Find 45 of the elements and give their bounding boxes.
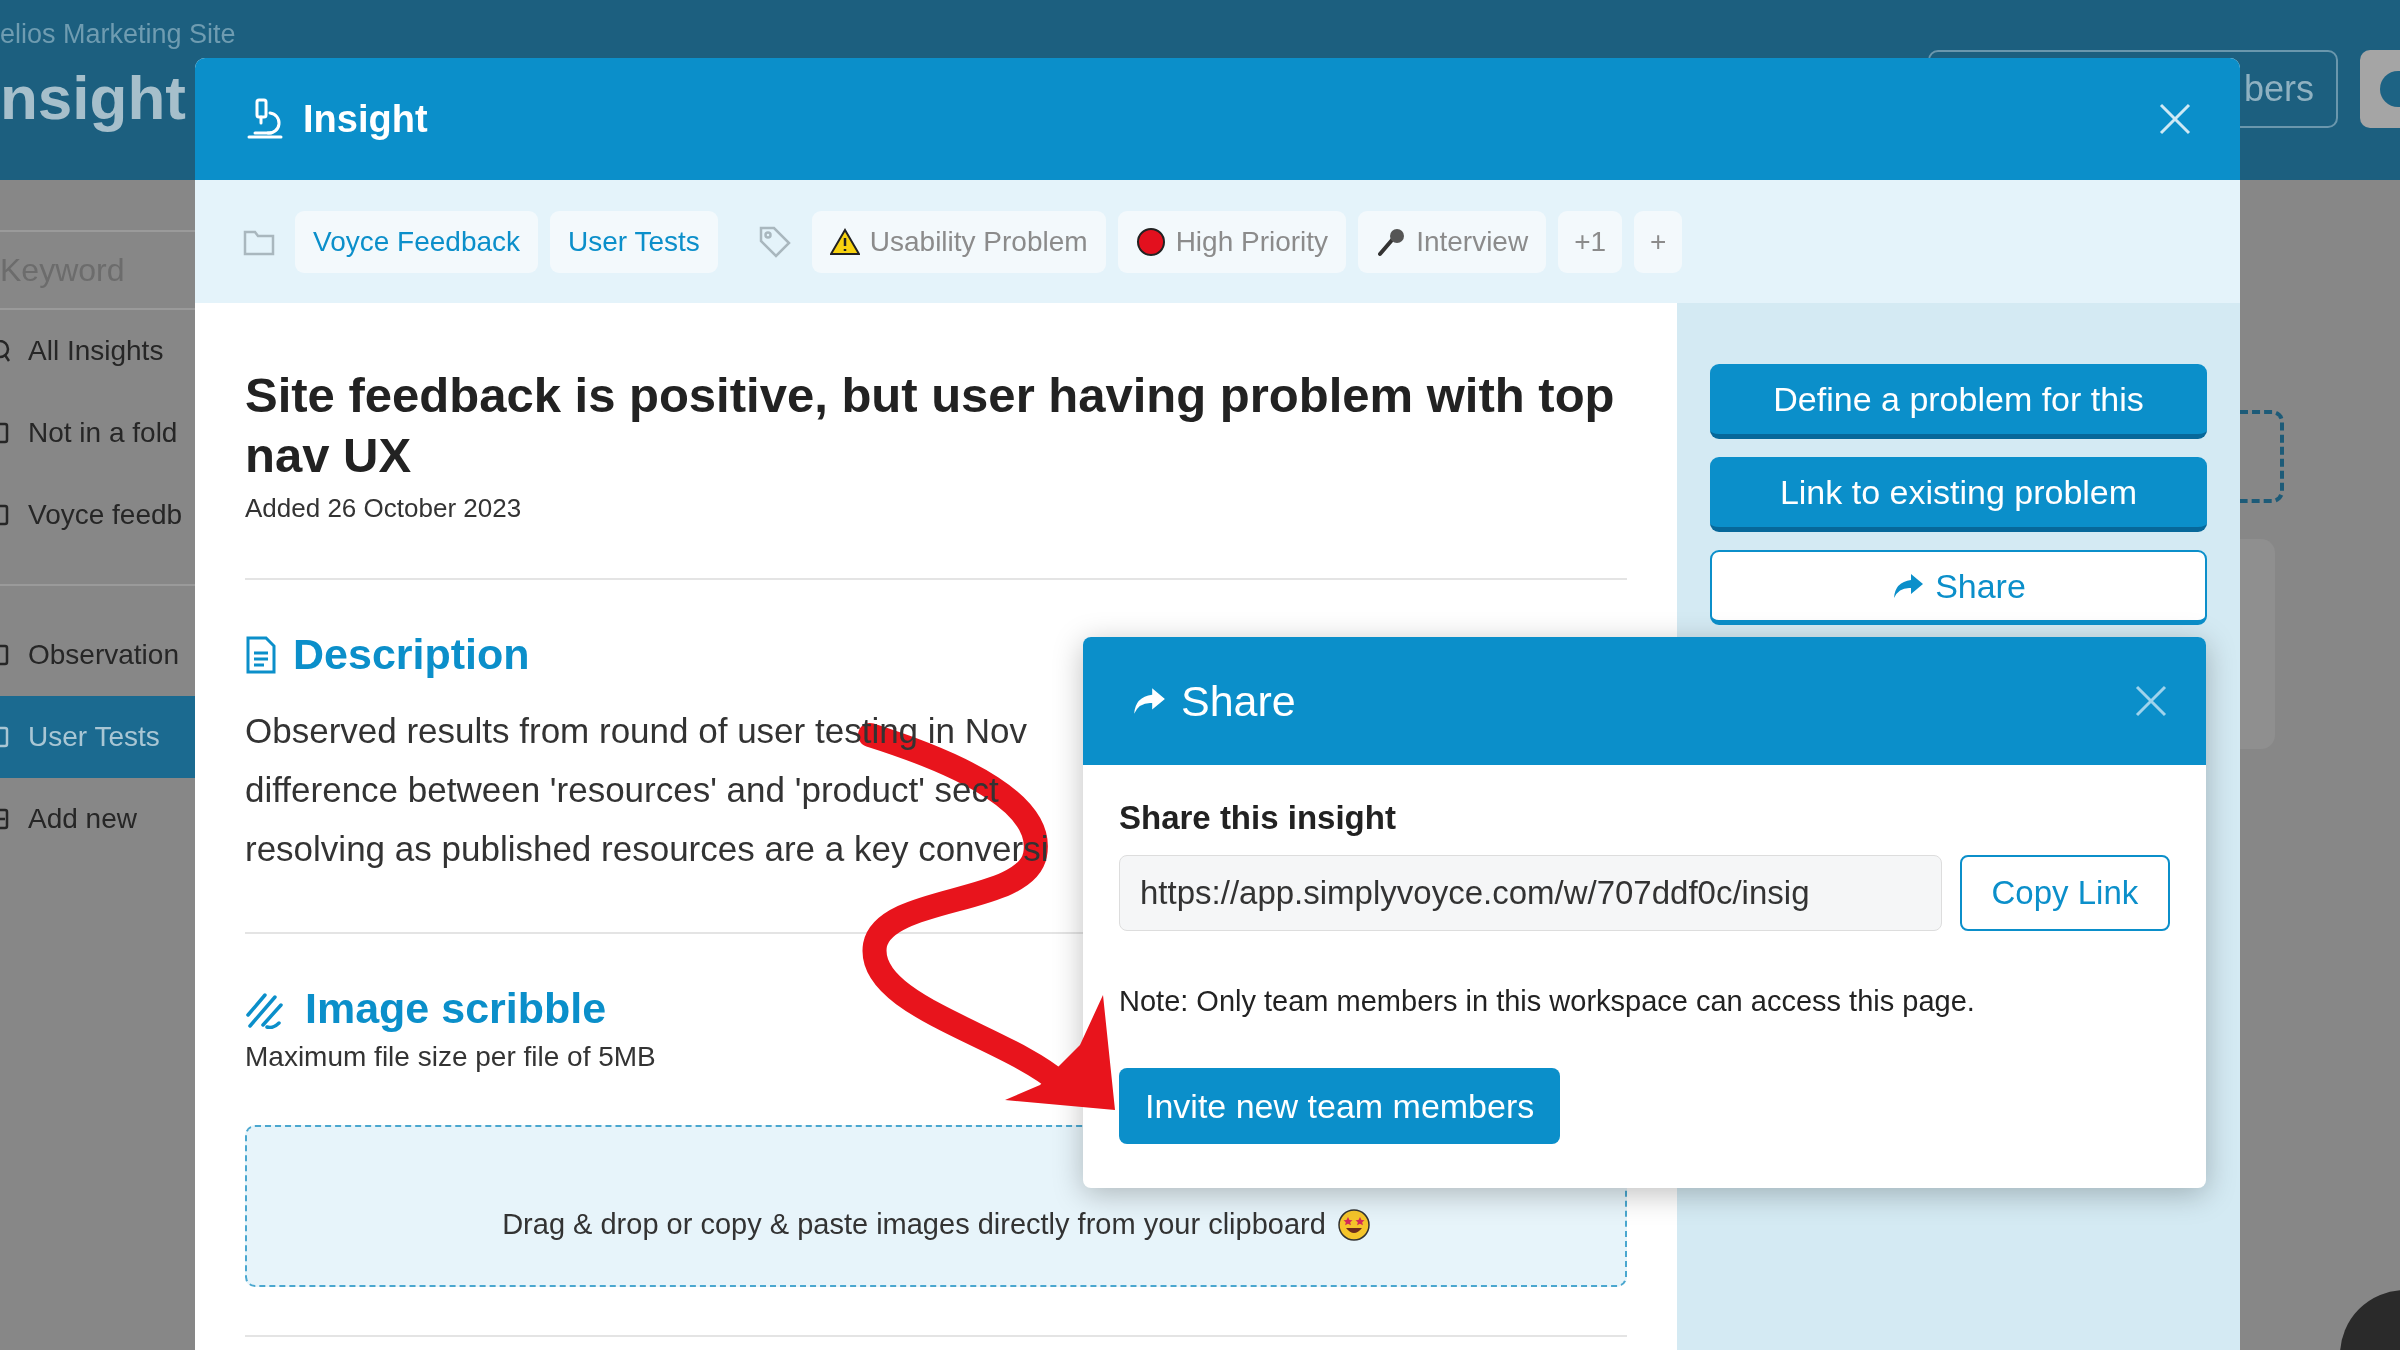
tag-chip[interactable]: Usability Problem (811, 210, 1106, 273)
share-icon (1131, 686, 1167, 716)
add-icon (0, 808, 10, 830)
popup-title: Share (1181, 676, 1296, 726)
page-title: nsight (0, 62, 187, 134)
tag-icon (757, 224, 792, 259)
sidebar-item[interactable]: Voyce feedb (0, 474, 195, 556)
invite-button[interactable]: Invite new team members (1119, 1068, 1561, 1144)
sidebar-item[interactable]: Observation (0, 614, 195, 696)
workspace-name: elios Marketing Site (0, 18, 236, 50)
action-button[interactable]: Share (1710, 550, 2207, 625)
search-icon (0, 340, 10, 362)
star-eyes-emoji-icon (1337, 1209, 1370, 1241)
access-note: Note: Only team members in this workspace can access this page. (1119, 985, 1976, 1018)
tag-chip[interactable]: Interview (1358, 210, 1547, 273)
action-button[interactable]: Define a problem for this (1710, 364, 2207, 439)
sidebar-item[interactable]: Add new (0, 778, 195, 860)
folder-icon (0, 726, 10, 748)
more-tags-chip[interactable]: +1 (1558, 210, 1623, 273)
close-icon[interactable] (2134, 684, 2168, 718)
warning-icon (829, 227, 860, 256)
section-title: Description (293, 630, 530, 679)
drop-zone-hint: Drag & drop or copy & paste images directly from your clipboard (502, 1208, 1326, 1241)
folder-icon (0, 504, 10, 526)
add-tag-button[interactable]: + (1634, 210, 1683, 273)
action-button[interactable]: Link to existing problem (1710, 457, 2207, 532)
document-icon (245, 634, 277, 675)
folder-icon (0, 422, 10, 444)
microphone-icon (1376, 226, 1407, 257)
added-date: Added 26 October 2023 (245, 493, 523, 524)
folder-chip[interactable]: User Tests (550, 210, 718, 273)
sidebar-item[interactable]: All Insights (0, 310, 195, 392)
close-icon[interactable] (2158, 102, 2192, 136)
tag-chip[interactable]: High Priority (1117, 210, 1347, 273)
file-size-note: Maximum file size per file of 5MB (245, 1041, 657, 1073)
folder-icon (0, 644, 10, 666)
sidebar-item[interactable]: Not in a fold (0, 392, 195, 474)
section-title: Image scribble (305, 984, 607, 1033)
modal-title: Insight (303, 97, 428, 141)
insight-title: Site feedback is positive, but user having problem with top nav UX (245, 367, 1616, 484)
sidebar-item[interactable]: User Tests (0, 696, 195, 778)
link-field[interactable]: https://app.simplyvoyce.com/w/707ddf0c/insig (1119, 855, 1942, 931)
share-heading: Share this insight (1119, 799, 1397, 837)
folder-chip[interactable]: Voyce Feedback (295, 210, 539, 273)
copy-link-button[interactable]: Copy Link (1959, 855, 2170, 931)
